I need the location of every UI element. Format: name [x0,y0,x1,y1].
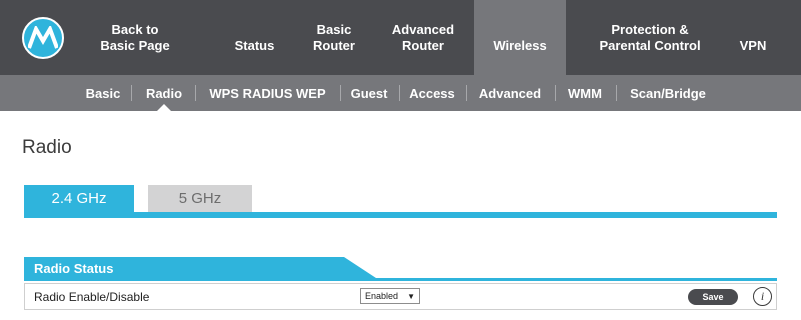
select-value: Enabled [365,291,399,301]
subnav-divider [195,85,196,101]
radio-enable-label: Radio Enable/Disable [34,290,150,304]
dropdown-arrow-icon: ▼ [407,292,415,301]
subnav-divider [466,85,467,101]
nav-label-line1: Basic [316,21,352,37]
motorola-logo-icon[interactable] [22,17,64,59]
nav-status[interactable]: Status [217,0,292,75]
nav-label-line1: Advanced [391,21,455,37]
radio-enable-row: Radio Enable/Disable Enabled ▼ Save i [24,283,777,310]
subnav-divider [131,85,132,101]
subnav-access[interactable]: Access [403,75,461,111]
save-button[interactable]: Save [688,289,738,305]
info-icon[interactable]: i [753,287,772,306]
page-title: Radio [22,137,72,158]
tab-underline [24,212,777,218]
nav-label-line1: Back to [111,21,159,37]
top-navigation: Back to Basic Page Status Basic Router Adv… [0,0,801,75]
subnav-guest[interactable]: Guest [344,75,394,111]
nav-label: Status [234,37,275,53]
subnav-scan-bridge[interactable]: Scan/Bridge [620,75,716,111]
subnav-divider [616,85,617,101]
nav-basic-router[interactable]: Basic Router [298,0,370,75]
nav-label-line2: Parental Control [599,37,701,53]
nav-label-line2: Basic Page [100,37,170,53]
nav-back-to-basic-page[interactable]: Back to Basic Page [80,0,190,75]
tab-2-4-ghz[interactable]: 2.4 GHz [24,185,134,212]
nav-label: VPN [739,37,767,53]
nav-advanced-router[interactable]: Advanced Router [378,0,468,75]
radio-status-section-header: Radio Status [24,257,777,281]
subnav-wmm[interactable]: WMM [559,75,611,111]
subnav-wps-radius-wep[interactable]: WPS RADIUS WEP [200,75,335,111]
radio-enable-select[interactable]: Enabled ▼ [360,288,420,304]
subnav-divider [555,85,556,101]
nav-label-line2: Router [313,37,355,53]
nav-protection-parental-control[interactable]: Protection & Parental Control [574,0,726,75]
nav-label-line2: Router [402,37,444,53]
subnav-divider [340,85,341,101]
section-header-shape [24,257,777,281]
sub-navigation: Basic Radio WPS RADIUS WEP Guest Access … [0,75,801,111]
nav-vpn[interactable]: VPN [728,0,778,75]
subnav-advanced[interactable]: Advanced [470,75,550,111]
subnav-divider [399,85,400,101]
tab-5-ghz[interactable]: 5 GHz [148,185,252,212]
active-subnav-pointer [157,104,171,111]
section-title: Radio Status [34,261,114,276]
nav-wireless[interactable]: Wireless [474,0,566,75]
subnav-basic[interactable]: Basic [80,75,126,111]
nav-label-line1: Protection & [611,21,689,37]
nav-label: Wireless [493,37,547,53]
